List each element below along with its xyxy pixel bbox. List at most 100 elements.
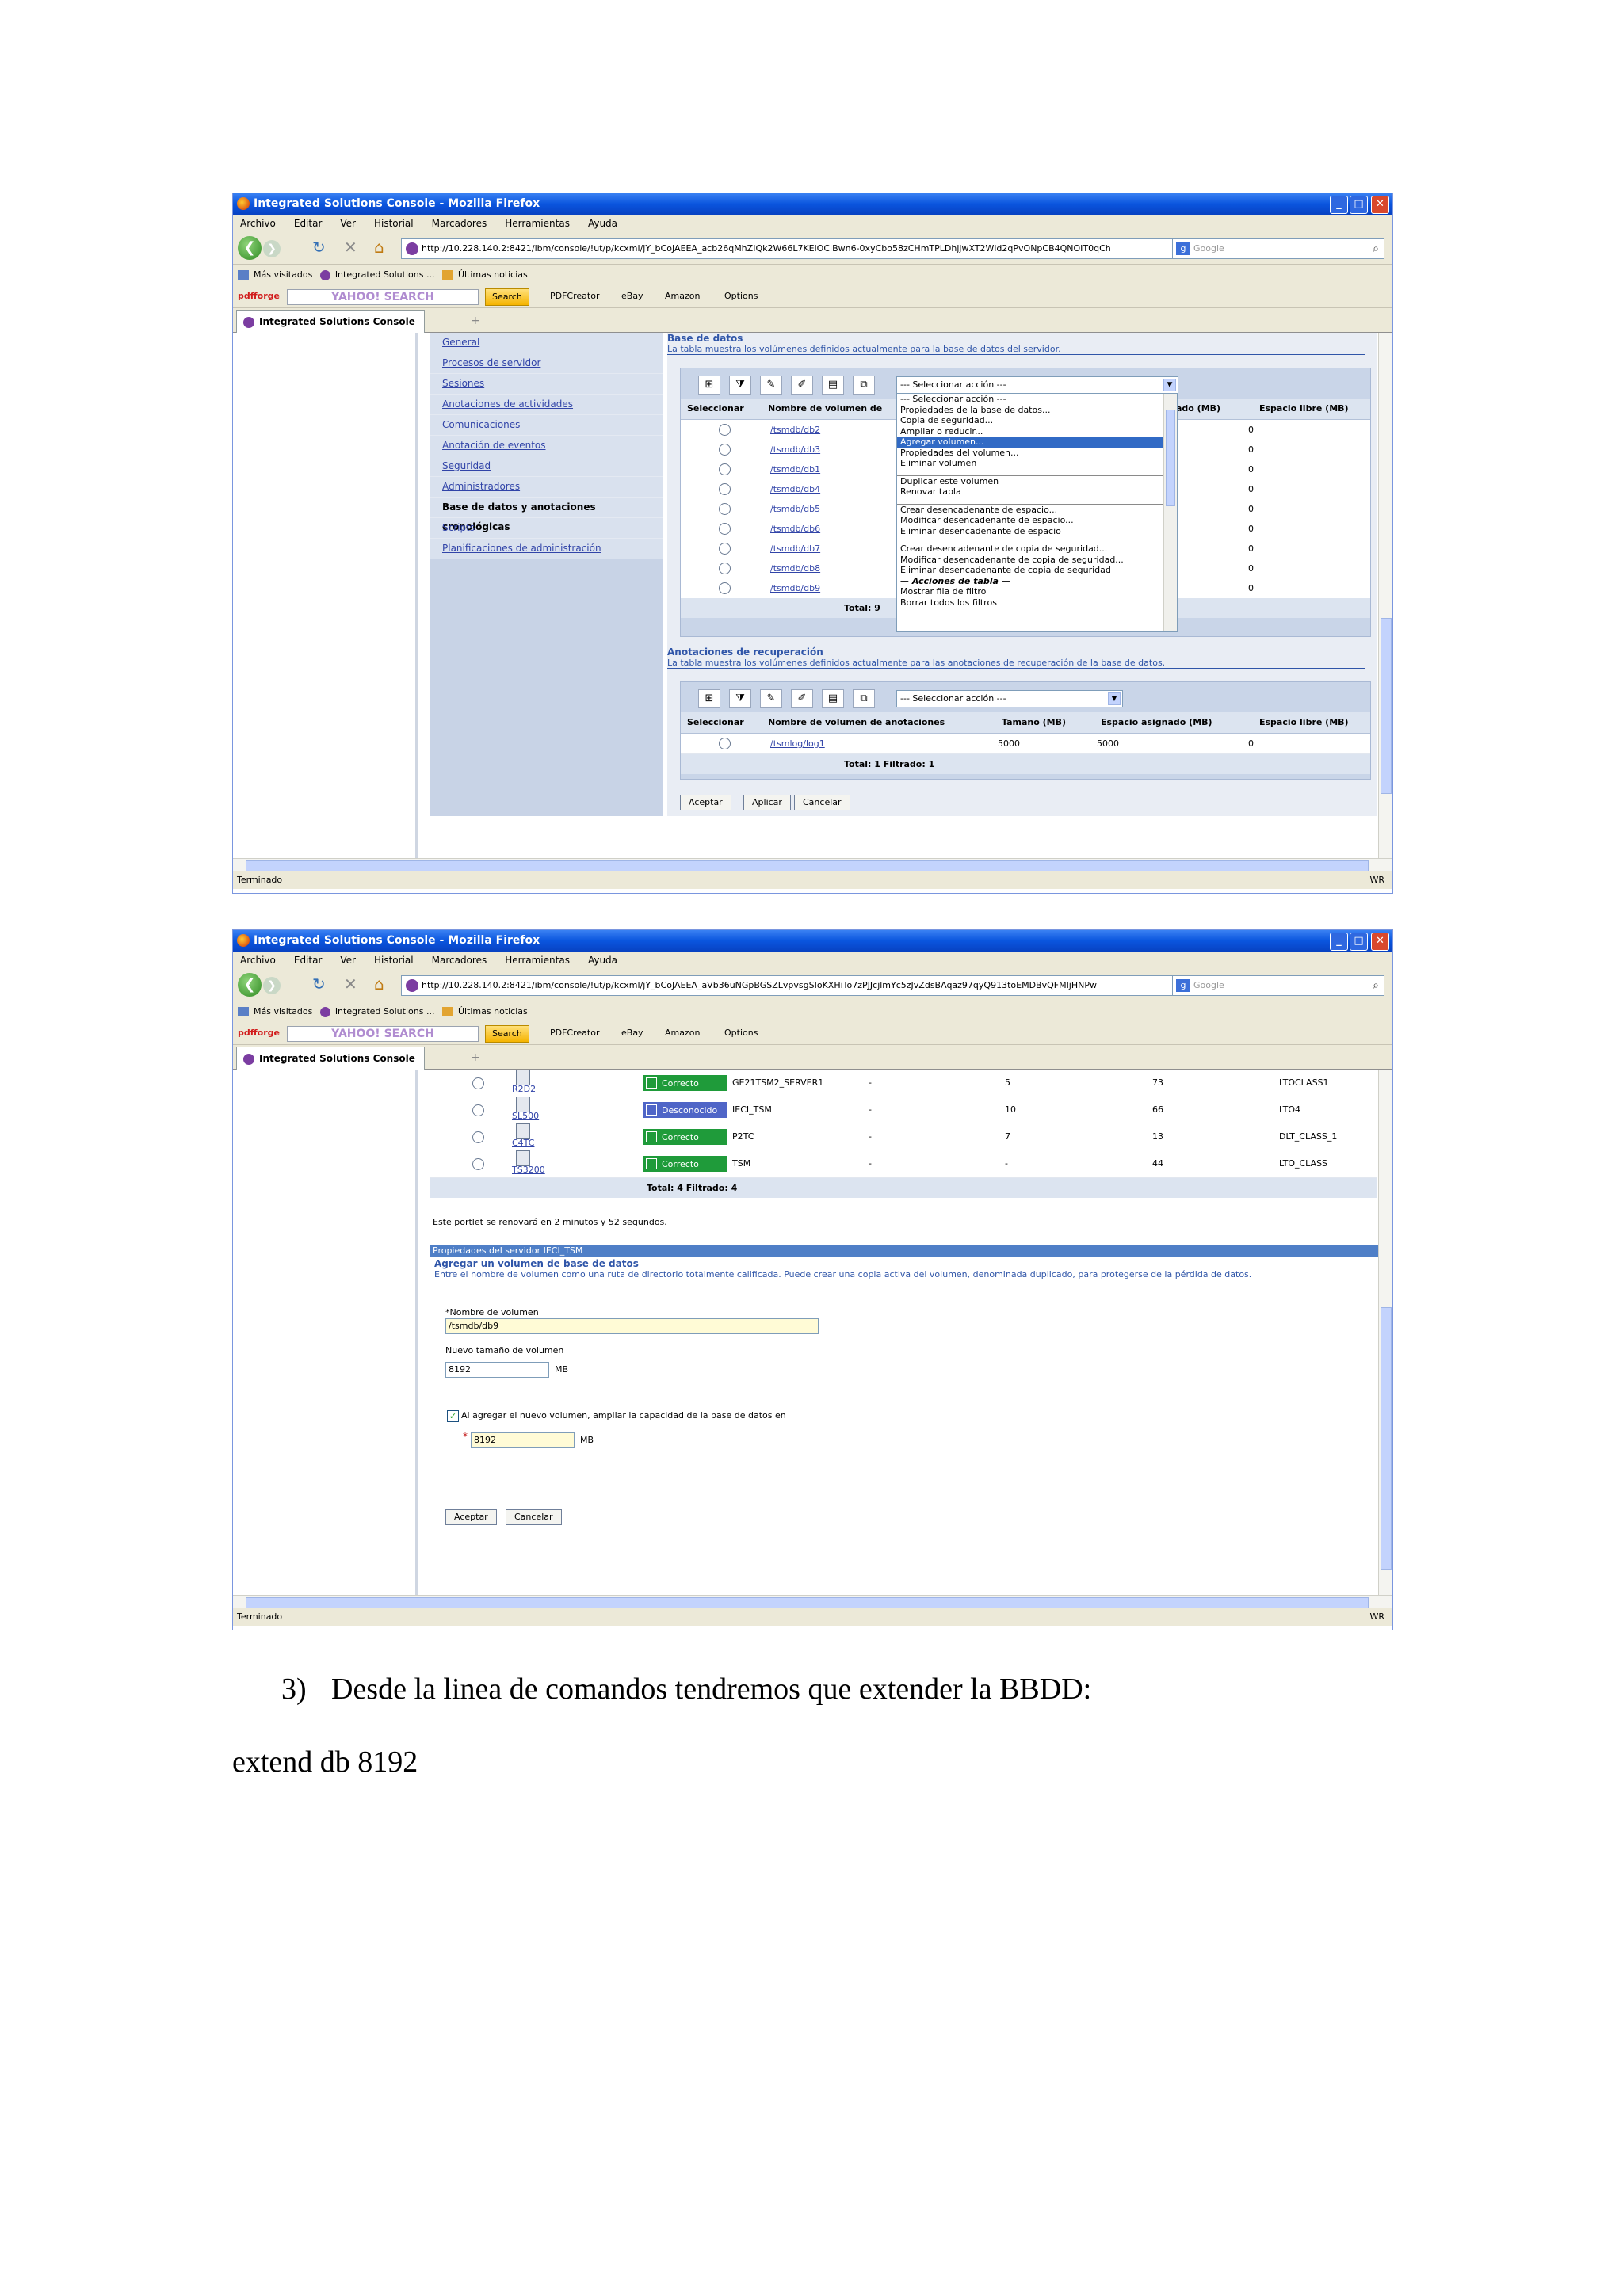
menu-marcadores[interactable]: Marcadores: [432, 218, 487, 229]
row-radio[interactable]: [472, 1077, 484, 1089]
pdfcreator-button[interactable]: PDFCreator: [550, 285, 599, 307]
cancel-button[interactable]: Cancelar: [794, 795, 850, 810]
url-bar[interactable]: http://10.228.140.2:8421/ibm/console/!ut…: [401, 238, 1178, 259]
db-volume-link[interactable]: /tsmdb/db7: [770, 539, 820, 559]
dropdown-option[interactable]: Mostrar fila de filtro: [897, 586, 1177, 597]
dropdown-option[interactable]: Propiedades del volumen...: [897, 448, 1177, 459]
dropdown-option[interactable]: [897, 498, 1177, 505]
export-icon[interactable]: ⧉: [853, 376, 875, 395]
search-icon[interactable]: ⌕: [1373, 976, 1379, 995]
yahoo-search-field[interactable]: YAHOO! SEARCH: [287, 289, 479, 305]
db-volume-link[interactable]: /tsmdb/db2: [770, 420, 820, 440]
extend-checkbox[interactable]: ✓: [447, 1410, 459, 1422]
apply-button[interactable]: Aplicar: [743, 795, 791, 810]
row-radio[interactable]: [719, 563, 731, 574]
search-box[interactable]: g Google ⌕: [1172, 238, 1384, 259]
sidebar-item[interactable]: Planificaciones de administración: [430, 539, 663, 559]
accept-button[interactable]: Aceptar: [445, 1509, 497, 1525]
sidebar-item[interactable]: Scripts: [430, 518, 663, 539]
collapse-icon[interactable]: ▤: [822, 376, 844, 395]
scroll-thumb[interactable]: [246, 860, 1369, 871]
row-radio[interactable]: [719, 738, 731, 749]
ebay-button[interactable]: eBay: [621, 1022, 643, 1044]
pdfcreator-button[interactable]: PDFCreator: [550, 1022, 599, 1044]
sidebar-item[interactable]: Administradores: [430, 477, 663, 498]
horizontal-scrollbar[interactable]: [233, 1595, 1392, 1609]
table-row[interactable]: /tsmlog/log1 5000 5000 0: [681, 734, 1370, 754]
menu-editar[interactable]: Editar: [294, 218, 323, 229]
menu-editar[interactable]: Editar: [294, 955, 323, 966]
col-size[interactable]: Tamaño (MB): [1002, 712, 1066, 733]
search-button[interactable]: Search: [485, 1025, 529, 1043]
vertical-scrollbar[interactable]: [1378, 333, 1392, 858]
amazon-button[interactable]: Amazon: [665, 285, 700, 307]
sidebar-item[interactable]: Base de datos y anotaciones cronológicas: [430, 498, 663, 532]
row-radio[interactable]: [719, 424, 731, 436]
search-box[interactable]: g Google ⌕: [1172, 975, 1384, 996]
action-dropdown-menu[interactable]: --- Seleccionar acción --- Propiedades de…: [896, 393, 1178, 632]
sidebar-item[interactable]: Anotaciones de actividades: [430, 395, 663, 415]
tab-isc[interactable]: Integrated Solutions Console: [236, 310, 425, 333]
sidebar-item[interactable]: General: [430, 333, 663, 353]
horizontal-scrollbar[interactable]: [233, 858, 1392, 872]
stop-icon[interactable]: ✕: [344, 238, 357, 257]
options-button[interactable]: Options: [724, 285, 758, 307]
db-volume-link[interactable]: /tsmdb/db8: [770, 559, 820, 578]
vertical-scrollbar[interactable]: [1378, 1070, 1392, 1595]
dropdown-option[interactable]: Duplicar este volumen: [897, 476, 1177, 487]
bookmark-mas-visitados[interactable]: Más visitados: [254, 1006, 312, 1016]
tab-isc[interactable]: Integrated Solutions Console: [236, 1047, 425, 1070]
maximize-button[interactable]: □: [1350, 933, 1368, 951]
bookmark-isc[interactable]: Integrated Solutions ...: [335, 1006, 435, 1016]
menu-ayuda[interactable]: Ayuda: [588, 218, 617, 229]
ebay-button[interactable]: eBay: [621, 285, 643, 307]
search-icon[interactable]: ⌕: [1373, 239, 1379, 258]
edit-icon[interactable]: ✎: [760, 689, 782, 708]
db-volume-link[interactable]: /tsmdb/db9: [770, 578, 820, 598]
row-radio[interactable]: [472, 1104, 484, 1116]
menu-archivo[interactable]: Archivo: [240, 955, 276, 966]
forward-icon[interactable]: ❯: [263, 977, 281, 994]
db-action-select[interactable]: --- Seleccionar acción --- ▼: [896, 376, 1178, 394]
row-radio[interactable]: [719, 444, 731, 456]
sidebar-item[interactable]: Procesos de servidor: [430, 353, 663, 374]
sidebar-item[interactable]: Anotación de eventos: [430, 436, 663, 456]
row-radio[interactable]: [719, 483, 731, 495]
new-tab-button[interactable]: +: [471, 1051, 480, 1064]
dropdown-option[interactable]: [897, 469, 1177, 476]
edit-icon[interactable]: ✎: [760, 376, 782, 395]
table-row[interactable]: R2D2 Correcto GE21TSM2_SERVER1-5 73 LTOCLASS…: [430, 1070, 1377, 1097]
log-volume-link[interactable]: /tsmlog/log1: [770, 734, 825, 753]
row-radio[interactable]: [719, 582, 731, 594]
col-log-name[interactable]: Nombre de volumen de anotaciones: [768, 712, 945, 733]
minimize-button[interactable]: _: [1330, 933, 1348, 951]
db-volume-link[interactable]: /tsmdb/db6: [770, 519, 820, 539]
bookmark-noticias[interactable]: Últimas noticias: [458, 269, 528, 280]
col-name[interactable]: Nombre de volumen de: [768, 399, 882, 419]
menu-ver[interactable]: Ver: [340, 218, 356, 229]
dropdown-option[interactable]: Eliminar volumen: [897, 458, 1177, 469]
dropdown-option[interactable]: Modificar desencadenante de espacio...: [897, 515, 1177, 526]
col-free[interactable]: Espacio libre (MB): [1259, 712, 1349, 733]
amazon-button[interactable]: Amazon: [665, 1022, 700, 1044]
menu-marcadores[interactable]: Marcadores: [432, 955, 487, 966]
cancel-button[interactable]: Cancelar: [506, 1509, 562, 1525]
scroll-thumb[interactable]: [1381, 618, 1392, 794]
stop-icon[interactable]: ✕: [344, 974, 357, 994]
close-button[interactable]: ✕: [1371, 933, 1389, 951]
filter-icon[interactable]: ⧩: [729, 376, 751, 395]
filter-icon[interactable]: ⧩: [729, 689, 751, 708]
scroll-thumb[interactable]: [1381, 1307, 1392, 1570]
new-tab-button[interactable]: +: [471, 315, 480, 327]
dropdown-option[interactable]: [897, 536, 1177, 543]
add-row-icon[interactable]: ⊞: [698, 689, 720, 708]
menu-herramientas[interactable]: Herramientas: [505, 218, 570, 229]
reload-icon[interactable]: ↻: [312, 974, 326, 994]
row-radio[interactable]: [719, 463, 731, 475]
export-icon[interactable]: ⧉: [853, 689, 875, 708]
maximize-button[interactable]: □: [1350, 196, 1368, 214]
edit-sort-icon[interactable]: ✐: [791, 376, 813, 395]
scroll-thumb[interactable]: [246, 1597, 1369, 1608]
dropdown-option[interactable]: Agregar volumen...: [897, 437, 1177, 448]
dropdown-option[interactable]: Propiedades de la base de datos...: [897, 405, 1177, 416]
